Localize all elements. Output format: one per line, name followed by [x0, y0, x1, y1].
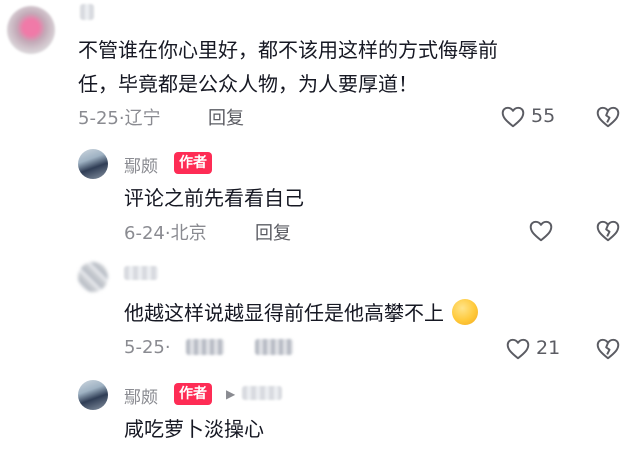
location-blurred — [186, 339, 224, 355]
avatar[interactable] — [7, 6, 55, 54]
author-name[interactable]: 鄢颇 — [124, 383, 158, 408]
reply-target-blurred[interactable] — [242, 386, 282, 400]
username-blurred[interactable] — [80, 4, 94, 20]
reply-button[interactable]: 回复 — [208, 104, 244, 130]
reply-button-blurred[interactable] — [255, 339, 293, 355]
comment-location: 辽宁 — [124, 108, 161, 129]
author-badge: 作者 — [174, 152, 212, 174]
reply-text: 评论之前先看看自己 — [124, 186, 304, 210]
like-button[interactable] — [528, 218, 554, 244]
triangle-right-icon: ▶ — [226, 387, 236, 401]
like-button[interactable] — [505, 336, 531, 362]
broken-heart-icon — [596, 338, 620, 360]
reply-text-content: 他越这样说越显得前任是他高攀不上 — [124, 301, 444, 325]
author-badge: 作者 — [174, 383, 212, 405]
heart-outline-icon — [501, 106, 525, 128]
reply-date: 5-25 — [124, 337, 165, 358]
author-name[interactable]: 鄢颇 — [124, 152, 158, 177]
bottom-right-fade — [380, 375, 640, 452]
reply-text: 咸吃萝卜淡操心 — [124, 417, 264, 441]
comment-text-line2: 任，毕竟都是公众人物，为人要厚道！ — [78, 72, 418, 96]
comment-date: 5-25 — [78, 108, 119, 129]
username-blurred[interactable] — [124, 266, 158, 280]
reply-date: 6-24 — [124, 223, 165, 244]
reply-location: 北京 — [170, 223, 207, 244]
like-button[interactable] — [500, 104, 526, 130]
broken-heart-icon — [596, 220, 620, 242]
reply-meta: 5-25· — [124, 337, 171, 358]
comment-meta: 5-25·辽宁 — [78, 104, 161, 130]
smirk-emoji-icon — [452, 299, 479, 325]
dislike-button[interactable] — [595, 104, 621, 130]
dislike-button[interactable] — [595, 218, 621, 244]
meta-separator: · — [164, 337, 171, 358]
avatar[interactable] — [78, 262, 108, 292]
reply-button[interactable]: 回复 — [255, 219, 291, 245]
comment-text-line1: 不管谁在你心里好，都不该用这样的方式侮辱前 — [78, 38, 498, 62]
like-count: 55 — [531, 105, 556, 127]
broken-heart-icon — [596, 106, 620, 128]
reply-meta: 6-24·北京 — [124, 219, 207, 245]
heart-outline-icon — [506, 338, 530, 360]
author-avatar[interactable] — [78, 149, 108, 179]
like-count: 21 — [536, 337, 561, 359]
author-avatar[interactable] — [78, 380, 108, 410]
dislike-button[interactable] — [595, 336, 621, 362]
reply-text: 他越这样说越显得前任是他高攀不上 — [124, 297, 479, 329]
heart-outline-icon — [529, 220, 553, 242]
